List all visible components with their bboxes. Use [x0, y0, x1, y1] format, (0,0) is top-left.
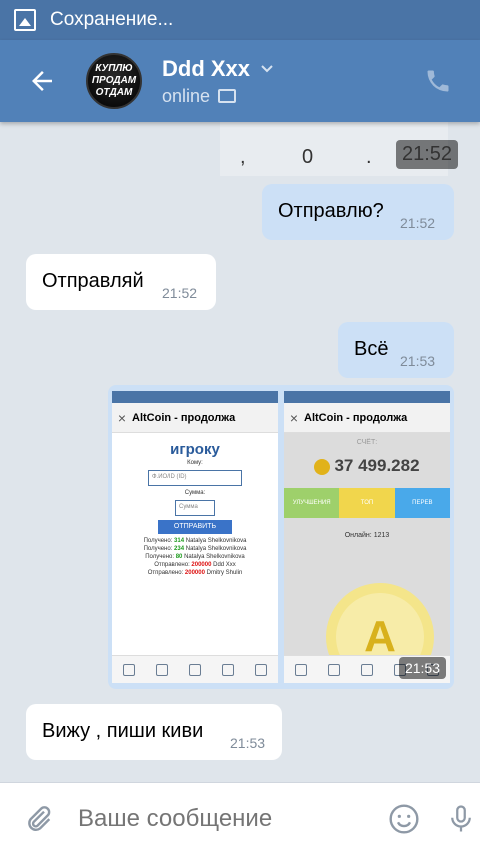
- message-bubble-in[interactable]: Отправляй 21:52: [26, 254, 216, 310]
- avatar-text: КУПЛЮ ПРОДАМ ОТДАМ: [91, 63, 137, 98]
- screenshot-tab-title: AltCoin - продолжа: [132, 411, 236, 424]
- coin-icon: [314, 458, 331, 475]
- screenshot-field: Сумма: [175, 500, 215, 516]
- screenshot-online: Онлайн: 1213: [344, 532, 390, 539]
- screenshot-score-label: СЧЁТ:: [356, 439, 378, 446]
- message-bubble-out[interactable]: Всё 21:53: [338, 322, 454, 378]
- image-time-badge: 21:53: [398, 657, 446, 679]
- image-text: 0: [302, 146, 314, 168]
- image-time-badge: 21:52: [396, 140, 459, 169]
- message-text: Всё: [354, 338, 389, 360]
- message-time: 21:53: [230, 735, 266, 751]
- screenshot-image-right[interactable]: × AltCoin - продолжа СЧЁТ: 37 499.282 УЛ…: [284, 391, 450, 683]
- message-text: Отправляй: [42, 270, 144, 292]
- message-bubble-in[interactable]: Вижу , пиши киви 21:53: [26, 704, 282, 760]
- screenshot-line: Отправлено: 200000 Dmitry Shulin: [147, 570, 243, 576]
- emoji-button[interactable]: [388, 803, 420, 835]
- screenshot-button: ОТПРАВИТЬ: [158, 520, 232, 534]
- smile-icon: [389, 803, 419, 834]
- attach-button[interactable]: [22, 803, 54, 835]
- screenshot-field: Ф.ИО/ID (ID): [148, 470, 242, 486]
- chevron-down-icon: [261, 64, 273, 72]
- screenshot-tab-title: AltCoin - продолжа: [304, 411, 408, 424]
- screenshot-heading: игроку: [170, 441, 220, 458]
- phone-icon: [427, 70, 449, 92]
- message-list[interactable]: , 0 . 21:52 Отправлю? 21:52 Отправляй 21…: [0, 122, 480, 782]
- image-attachment-group[interactable]: × AltCoin - продолжа игроку Кому: Ф.ИО/I…: [108, 385, 454, 689]
- paperclip-icon: [28, 805, 51, 831]
- screenshot-score: 37 499.282: [284, 456, 450, 476]
- arrow-left-icon: [32, 71, 52, 91]
- message-time: 21:52: [162, 285, 198, 301]
- screenshot-line: Получено: 234 Natalya Shelkovnikova: [143, 546, 247, 552]
- screenshot-address-bar: × AltCoin - продолжа: [284, 403, 450, 433]
- screenshot-nav: [112, 655, 278, 683]
- screenshot-tabs: УЛУЧШЕНИЯ ТОП ПЕРЕВ: [284, 488, 450, 518]
- chat-header: КУПЛЮ ПРОДАМ ОТДАМ Ddd Xxx online: [0, 40, 480, 122]
- chat-title[interactable]: Ddd Xxx online: [162, 56, 408, 107]
- close-icon: ×: [289, 409, 299, 426]
- screenshot-label: Сумма:: [184, 490, 206, 496]
- screenshot-image-left[interactable]: × AltCoin - продолжа игроку Кому: Ф.ИО/I…: [112, 391, 278, 683]
- screenshot-statusbar: [112, 391, 278, 403]
- call-button[interactable]: [408, 51, 468, 111]
- status-bar: Сохранение...: [0, 0, 480, 40]
- status-bar-text: Сохранение...: [50, 9, 174, 30]
- contact-name: Ddd Xxx: [162, 55, 251, 81]
- composer: [0, 782, 480, 854]
- voice-button[interactable]: [446, 803, 476, 835]
- message-input[interactable]: [78, 804, 388, 833]
- screenshot-line: Отправлено: 200000 Ddd Xxx: [154, 562, 236, 568]
- microphone-icon: [451, 804, 471, 831]
- message-text: Отправлю?: [278, 200, 384, 222]
- screenshot-statusbar: [284, 391, 450, 403]
- contact-status: online: [162, 85, 211, 106]
- message-time: 21:53: [400, 353, 436, 369]
- image-attachment-partial[interactable]: , 0 . 21:52: [220, 122, 459, 176]
- screenshot-label: Кому:: [187, 460, 203, 466]
- back-button[interactable]: [12, 51, 72, 111]
- close-icon: ×: [117, 409, 127, 426]
- mobile-icon: [218, 89, 237, 103]
- screenshot-line: Получено: 314 Natalya Shelkovnikova: [143, 538, 247, 544]
- message-time: 21:52: [400, 215, 436, 231]
- image-icon: [14, 9, 36, 31]
- message-bubble-out[interactable]: Отправлю? 21:52: [262, 184, 454, 240]
- avatar[interactable]: КУПЛЮ ПРОДАМ ОТДАМ: [86, 53, 142, 109]
- screenshot-line: Получено: 80 Natalya Shelkovnikova: [145, 554, 245, 560]
- image-text: ,: [240, 146, 246, 168]
- image-text: .: [366, 146, 372, 168]
- message-text: Вижу , пиши киви: [42, 720, 204, 742]
- screenshot-address-bar: × AltCoin - продолжа: [112, 403, 278, 433]
